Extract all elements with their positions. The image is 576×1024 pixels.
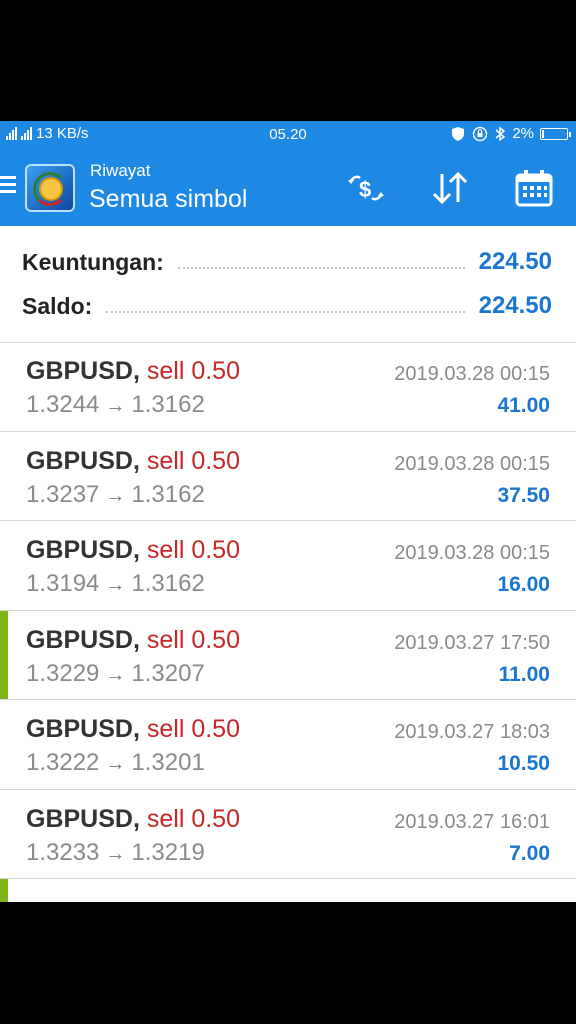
- status-right: 2%: [450, 125, 571, 142]
- arrow-right-icon: →: [105, 842, 126, 865]
- status-bar: 13 KB/s 05.20 2%: [0, 121, 576, 148]
- trade-profit: 37.50: [497, 483, 550, 507]
- trade-symbol: GBPUSD,: [26, 446, 140, 475]
- trade-symbol: GBPUSD,: [26, 715, 140, 743]
- toolbar: Riwayat Semua simbol $: [0, 148, 576, 226]
- profit-value: 224.50: [478, 248, 552, 275]
- trade-time: 2019.03.27 17:50: [394, 631, 550, 654]
- dotted-leader: [177, 267, 465, 269]
- arrow-right-icon: →: [105, 663, 126, 686]
- trade-close-price: 1.3201: [131, 749, 205, 776]
- trade-close-price: 1.3207: [131, 659, 205, 687]
- trade-side: sell 0.50: [146, 446, 240, 475]
- toolbar-subtitle: Riwayat: [90, 161, 151, 180]
- trade-side: sell 0.50: [146, 715, 240, 743]
- app-logo: [25, 164, 75, 212]
- arrow-right-icon: →: [105, 484, 126, 507]
- trade-time: 2019.03.28 00:15: [394, 542, 550, 564]
- trade-open-price: 1.3194: [26, 570, 100, 597]
- trade-symbol: GBPUSD,: [26, 804, 140, 833]
- trade-time: 2019.03.28 00:15: [394, 363, 550, 385]
- balance-row: Saldo: 224.50: [22, 290, 552, 322]
- trade-profit: 10.50: [497, 752, 550, 775]
- arrow-right-icon: →: [105, 395, 126, 417]
- trade-profit: 41.00: [497, 394, 550, 417]
- bluetooth-icon: [495, 126, 506, 141]
- trade-row[interactable]: GBPUSD, sell 0.50 1.3233 → 1.3219 2019.03.…: [0, 790, 576, 879]
- calendar-icon[interactable]: [514, 168, 554, 208]
- trade-open-price: 1.3237: [26, 480, 100, 508]
- trade-symbol: GBPUSD,: [26, 357, 140, 385]
- dotted-leader: [106, 311, 465, 313]
- trade-time: 2019.03.27 16:01: [394, 810, 550, 833]
- trade-row[interactable]: GBPUSD, sell 0.50 1.3229 → 1.3207 2019.03.…: [0, 610, 576, 700]
- trade-symbol: GBPUSD,: [26, 536, 140, 564]
- trade-row-partial[interactable]: [0, 879, 576, 902]
- trade-open-price: 1.3244: [26, 391, 100, 418]
- menu-icon[interactable]: [0, 176, 18, 196]
- trade-time: 2019.03.27 18:03: [394, 721, 550, 743]
- app-screen: 13 KB/s 05.20 2% Riwayat Semua simbol $: [0, 121, 576, 902]
- trade-profit: 7.00: [509, 841, 550, 865]
- trade-profit: 16.00: [497, 573, 550, 596]
- trade-marker: [0, 610, 8, 699]
- trade-close-price: 1.3162: [131, 480, 205, 508]
- trade-list: GBPUSD, sell 0.50 1.3244 → 1.3162 2019.03.…: [0, 342, 576, 902]
- toolbar-title[interactable]: Semua simbol: [89, 185, 247, 214]
- trade-row[interactable]: GBPUSD, sell 0.50 1.3244 → 1.3162 2019.03.…: [0, 342, 576, 432]
- lock-rotation-icon: [473, 126, 488, 141]
- trade-open-price: 1.3233: [26, 838, 100, 866]
- exchange-icon[interactable]: $: [346, 168, 386, 208]
- battery-percent: 2%: [512, 125, 534, 142]
- trade-profit: 11.00: [498, 662, 550, 686]
- trade-symbol: GBPUSD,: [26, 625, 140, 654]
- trade-marker: [0, 879, 8, 902]
- trade-row[interactable]: GBPUSD, sell 0.50 1.3194 → 1.3162 2019.03.…: [0, 521, 576, 611]
- arrow-right-icon: →: [105, 753, 126, 775]
- trade-close-price: 1.3162: [131, 391, 205, 418]
- balance-label: Saldo:: [22, 292, 93, 319]
- trade-side: sell 0.50: [146, 536, 240, 564]
- sort-icon[interactable]: [430, 168, 470, 208]
- trade-side: sell 0.50: [146, 804, 240, 833]
- trade-side: sell 0.50: [146, 357, 240, 385]
- profit-row: Keuntungan: 224.50: [22, 246, 552, 278]
- trade-row[interactable]: GBPUSD, sell 0.50 1.3222 → 1.3201 2019.03.…: [0, 700, 576, 790]
- trade-open-price: 1.3222: [26, 749, 100, 776]
- shield-icon: [452, 126, 465, 141]
- trade-open-price: 1.3229: [26, 659, 100, 687]
- trade-time: 2019.03.28 00:15: [394, 452, 550, 475]
- trade-close-price: 1.3219: [131, 838, 205, 866]
- battery-icon: [540, 127, 571, 140]
- summary-panel: [0, 226, 576, 342]
- trade-row[interactable]: GBPUSD, sell 0.50 1.3237 → 1.3162 2019.03.…: [0, 432, 576, 521]
- trade-close-price: 1.3162: [131, 570, 205, 597]
- svg-text:$: $: [359, 177, 371, 202]
- trade-side: sell 0.50: [146, 625, 240, 654]
- balance-value: 224.50: [478, 292, 552, 319]
- arrow-right-icon: →: [105, 574, 126, 596]
- profit-label: Keuntungan:: [22, 248, 164, 275]
